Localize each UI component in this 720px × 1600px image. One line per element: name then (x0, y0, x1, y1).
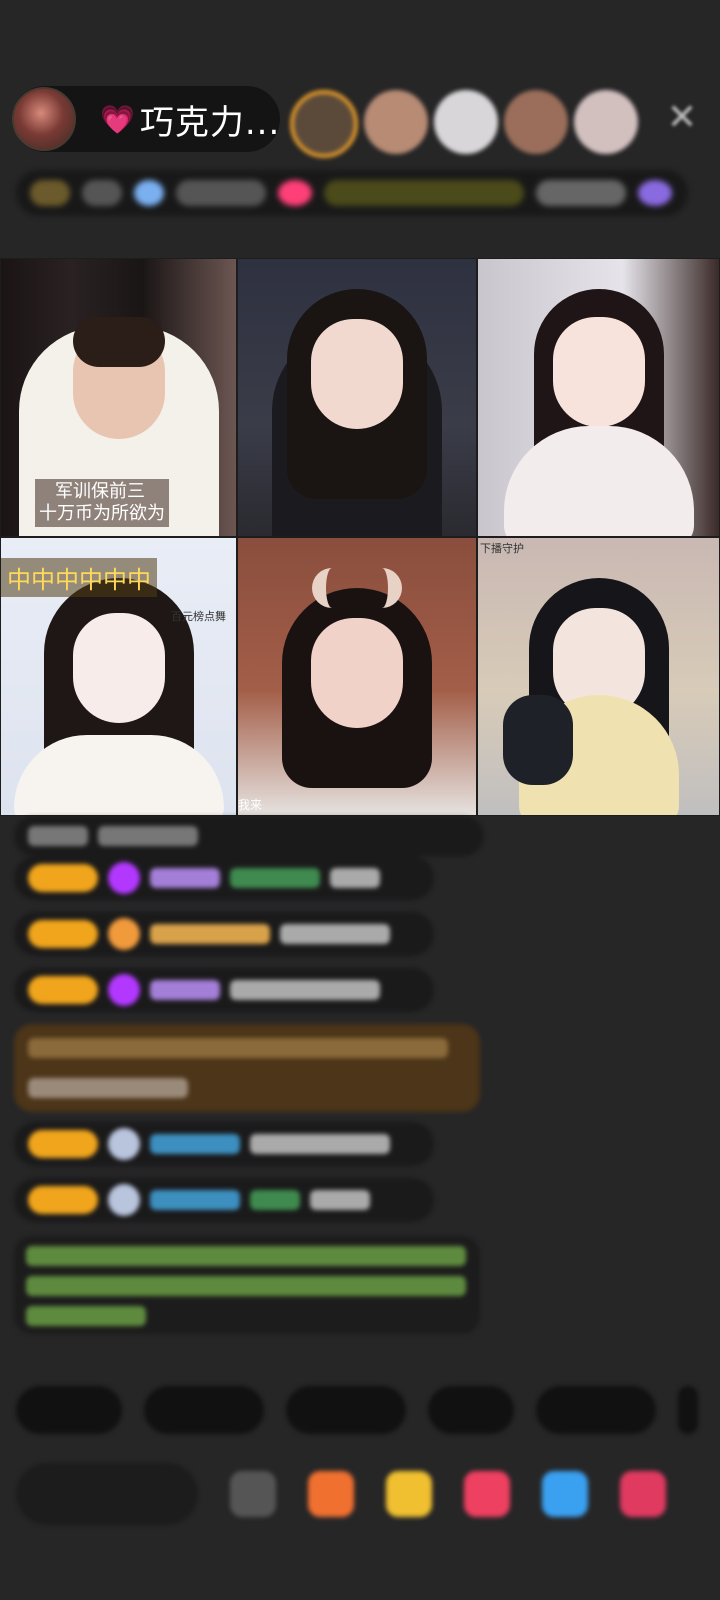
quick-reply-chip[interactable] (678, 1386, 698, 1434)
chat-username (150, 980, 220, 1000)
chat-message-highlight[interactable] (14, 1024, 480, 1112)
top-viewers (290, 90, 638, 158)
chat-message[interactable] (14, 912, 434, 956)
guest-face (552, 317, 645, 427)
tag-chip[interactable] (324, 180, 524, 206)
gem-icon (108, 918, 140, 950)
level-badge (28, 864, 98, 892)
guest-video-2[interactable] (237, 258, 477, 537)
chat-text (250, 1134, 390, 1154)
overlay-caption: 军训保前三 十万币为所欲为 (35, 479, 169, 527)
level-badge (28, 1186, 98, 1214)
viewer-avatar[interactable] (364, 90, 428, 154)
tag-chip[interactable] (278, 180, 312, 206)
guest-video-6[interactable]: 下播守护 (477, 537, 720, 816)
viewer-avatar[interactable] (434, 90, 498, 154)
microphone (503, 695, 573, 785)
notice-text (26, 1276, 466, 1296)
chat-input[interactable] (16, 1463, 198, 1525)
level-badge (28, 976, 98, 1004)
overlay-caption-line: 十万币为所欲为 (39, 503, 165, 524)
chat-text (28, 826, 88, 846)
chat-message[interactable] (14, 856, 434, 900)
chat-text (250, 1190, 300, 1210)
chat-username (150, 1190, 240, 1210)
gem-icon (108, 862, 140, 894)
quick-reply-chip[interactable] (536, 1386, 656, 1434)
level-badge (28, 1130, 98, 1158)
tag-chip[interactable] (176, 180, 266, 206)
chat-text (280, 924, 390, 944)
chat-text (330, 868, 380, 888)
gem-icon (108, 1128, 140, 1160)
chat-text (230, 980, 380, 1000)
tag-chip[interactable] (82, 180, 122, 206)
heart-gift-icon[interactable] (464, 1471, 510, 1517)
bottom-action-bar (16, 1454, 716, 1534)
guest-video-1[interactable]: 军训保前三 十万币为所欲为 (0, 258, 237, 537)
overlay-subcaption: 百元榜点舞 (171, 610, 226, 623)
quick-reply-chip[interactable] (286, 1386, 406, 1434)
room-tags-bar[interactable] (16, 170, 688, 216)
tag-chip[interactable] (638, 180, 672, 206)
overlay-caption-line: 军训保前三 (55, 481, 145, 502)
viewer-avatar[interactable] (504, 90, 568, 154)
host-avatar[interactable] (12, 87, 76, 151)
chat-username (150, 1134, 240, 1154)
bunny-ears (312, 568, 402, 608)
gem-icon (108, 974, 140, 1006)
notice-text (26, 1306, 146, 1326)
chat-text (28, 1078, 188, 1098)
chat-message[interactable] (14, 1178, 434, 1222)
ticket-icon[interactable] (386, 1471, 432, 1517)
tag-chip[interactable] (134, 180, 164, 206)
chat-message[interactable] (14, 816, 484, 856)
multi-guest-video-grid: 军训保前三 十万币为所欲为 中中中中中中 百元榜点舞 我来 下播守护 (0, 258, 720, 816)
chat-text (230, 868, 320, 888)
guest-face (72, 613, 165, 723)
guest-hair (72, 317, 165, 367)
chat-username (150, 924, 270, 944)
gem-icon (108, 1184, 140, 1216)
chat-message[interactable] (14, 968, 434, 1012)
gift-icon[interactable] (620, 1471, 666, 1517)
guest-figure (13, 735, 224, 815)
chat-text (310, 1190, 370, 1210)
notice-text (26, 1246, 466, 1266)
close-icon[interactable]: ✕ (662, 98, 702, 138)
tag-chip[interactable] (536, 180, 626, 206)
guest-face (311, 618, 403, 728)
system-notice (14, 1236, 480, 1334)
viewer-avatar[interactable] (290, 90, 358, 158)
overlay-caption: 我来 (238, 798, 263, 812)
level-badge (28, 920, 98, 948)
guest-video-3[interactable] (477, 258, 720, 537)
guest-video-4[interactable]: 中中中中中中 百元榜点舞 (0, 537, 237, 816)
gift-box-icon[interactable] (308, 1471, 354, 1517)
heart-icon: 💗 (100, 102, 136, 136)
tag-chip[interactable] (30, 180, 70, 206)
host-name-text: 巧克力... (139, 102, 281, 143)
guest-video-5[interactable]: 我来 (237, 537, 477, 816)
overlay-caption: 中中中中中中 (1, 558, 157, 597)
guest-face (311, 319, 403, 429)
quick-reply-chip[interactable] (428, 1386, 514, 1434)
chat-message[interactable] (14, 1122, 434, 1166)
quick-reply-chip[interactable] (16, 1386, 122, 1434)
quick-reply-chip[interactable] (144, 1386, 264, 1434)
guest-figure (503, 426, 694, 536)
host-info-pill[interactable]: 💗 巧克力... (12, 86, 280, 152)
more-icon[interactable] (230, 1471, 276, 1517)
chat-text (98, 826, 198, 846)
overlay-caption: 下播守护 (480, 542, 524, 555)
chat-text (28, 1038, 448, 1058)
chat-username (150, 868, 220, 888)
host-name: 💗 巧克力... (100, 95, 280, 144)
quick-reply-row (16, 1386, 698, 1434)
game-icon[interactable] (542, 1471, 588, 1517)
viewer-avatar[interactable] (574, 90, 638, 154)
